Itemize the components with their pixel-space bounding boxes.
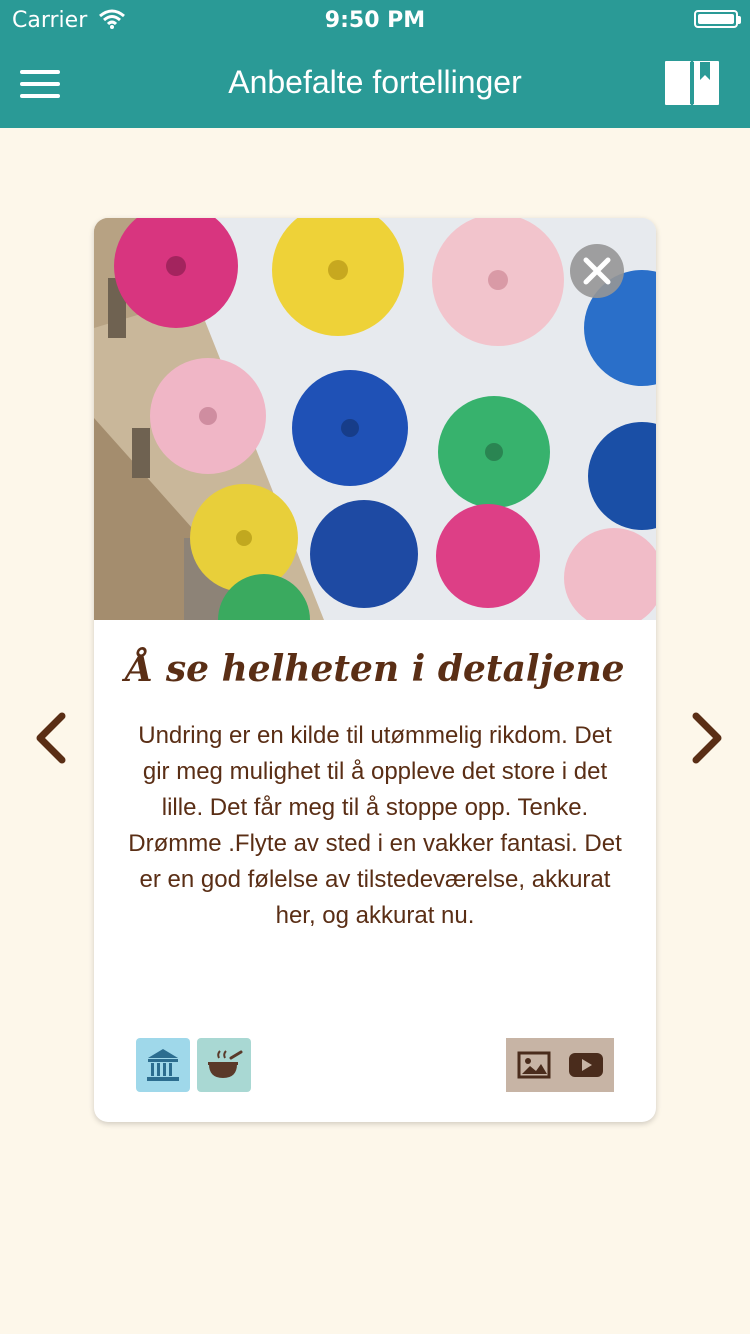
previous-story-button[interactable] [30, 706, 70, 770]
tag-food[interactable] [197, 1038, 251, 1092]
close-circle-icon [583, 257, 611, 285]
chevron-left-icon [36, 712, 66, 764]
nav-bar: Anbefalte fortellinger [0, 40, 750, 128]
header: Carrier 9:50 PM Anbefalte fortellinger [0, 0, 750, 128]
media-box [506, 1038, 614, 1092]
cooking-pot-icon [208, 1050, 243, 1078]
status-bar: Carrier 9:50 PM [0, 0, 750, 40]
page-title: Anbefalte fortellinger [228, 64, 522, 100]
play-video-icon[interactable] [568, 1048, 604, 1082]
status-time: 9:50 PM [324, 8, 426, 33]
story-text: Undring er en kilde til utømmelig rikdom… [128, 722, 622, 929]
battery-icon [694, 10, 741, 28]
image-icon[interactable] [516, 1048, 552, 1082]
chevron-right-icon [692, 712, 722, 764]
tag-museum[interactable] [136, 1038, 190, 1092]
close-button[interactable] [570, 244, 624, 298]
book-bookmark-icon [665, 61, 719, 105]
bookmarks-button[interactable] [664, 58, 720, 108]
museum-icon [147, 1049, 179, 1081]
story-card[interactable]: Å se helheten i detaljene Undring er en … [94, 218, 656, 1122]
story-title: Å se helheten i detaljene [125, 648, 625, 690]
next-story-button[interactable] [688, 706, 728, 770]
